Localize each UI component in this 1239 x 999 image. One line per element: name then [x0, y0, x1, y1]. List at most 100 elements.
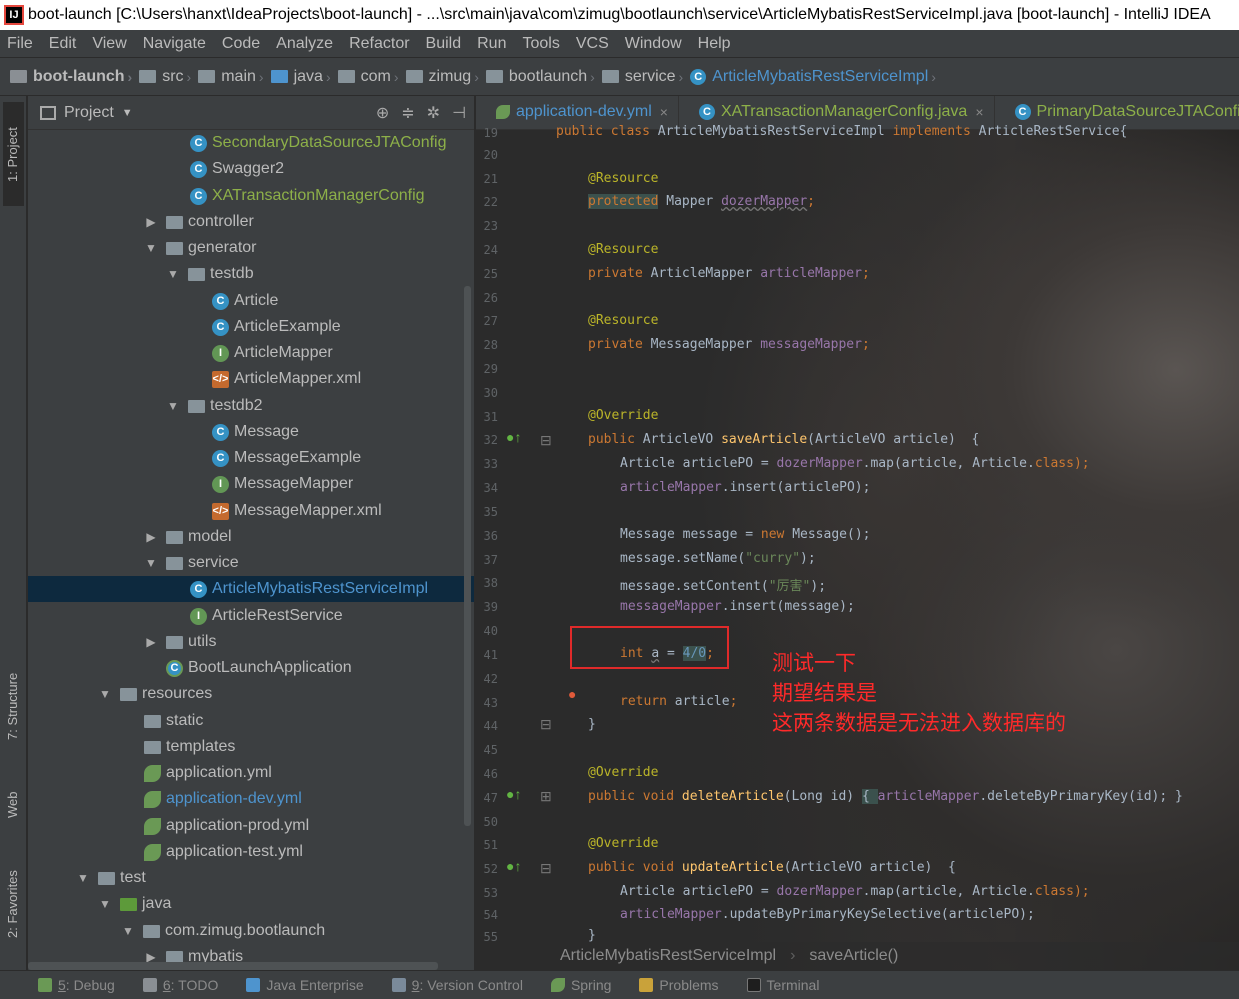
code-line-39[interactable]: messageMapper.insert(message);: [620, 599, 855, 614]
collapse-arrow-icon[interactable]: ▼: [144, 556, 158, 570]
code-line-47[interactable]: public void deleteArticle(Long id) { art…: [588, 789, 1183, 804]
menu-code[interactable]: Code: [222, 35, 260, 53]
tree-item-model[interactable]: ▶ model: [28, 524, 474, 550]
collapse-arrow-icon[interactable]: ▼: [166, 267, 180, 281]
menu-vcs[interactable]: VCS: [576, 35, 609, 53]
expand-arrow-icon[interactable]: ▶: [144, 635, 158, 649]
tree-item-application-yml[interactable]: application.yml: [28, 760, 474, 786]
code-line-36[interactable]: Message message = new Message();: [620, 527, 870, 542]
expand-fold-icon[interactable]: ⊞: [540, 788, 552, 805]
code-line-19[interactable]: public class ArticleMybatisRestServiceIm…: [556, 124, 1127, 139]
tab-structure-tool[interactable]: 7: Structure: [3, 656, 24, 766]
menu-edit[interactable]: Edit: [49, 35, 77, 53]
tree-item-controller[interactable]: ▶ controller: [28, 209, 474, 235]
tree-item-service[interactable]: ▼ service: [28, 550, 474, 576]
hide-panel-icon[interactable]: ⊣: [452, 103, 466, 123]
tree-item-xatransactionmanagerconfig[interactable]: C XATransactionManagerConfig: [28, 183, 474, 209]
code-line-34[interactable]: articleMapper.insert(articlePO);: [620, 480, 870, 495]
code-line-32[interactable]: public ArticleVO saveArticle(ArticleVO a…: [588, 432, 979, 447]
tree-item-messagemapper-xml[interactable]: </> MessageMapper.xml: [28, 498, 474, 524]
menu-analyze[interactable]: Analyze: [276, 35, 333, 53]
tree-item-articlerestservice[interactable]: I ArticleRestService: [28, 603, 474, 629]
collapse-arrow-icon[interactable]: ▼: [98, 897, 112, 911]
tool-terminal[interactable]: Terminal: [746, 977, 819, 993]
code-line-28[interactable]: private MessageMapper messageMapper;: [588, 337, 870, 352]
collapse-arrow-icon[interactable]: ▼: [98, 687, 112, 701]
tree-item-articlemybatisrestserviceimpl[interactable]: C ArticleMybatisRestServiceImpl: [28, 576, 474, 602]
tree-item-test[interactable]: ▼ test: [28, 865, 474, 891]
code-line-38[interactable]: message.setContent("厉害");: [620, 575, 826, 594]
tree-item-static[interactable]: static: [28, 708, 474, 734]
code-line-55[interactable]: }: [588, 928, 596, 943]
implements-method-icon[interactable]: ●↑: [506, 429, 521, 445]
code-line-24[interactable]: @Resource: [588, 242, 658, 257]
tool-spring[interactable]: Spring: [550, 977, 611, 993]
tree-item-test-java[interactable]: ▼ java: [28, 891, 474, 917]
crumb-project[interactable]: boot-launch ›: [10, 68, 139, 86]
menu-run[interactable]: Run: [477, 35, 506, 53]
tab-favorites-tool[interactable]: 2: Favorites: [3, 866, 24, 966]
tree-item-application-prod-yml[interactable]: application-prod.yml: [28, 813, 474, 839]
crumb-class[interactable]: C ArticleMybatisRestServiceImpl ›: [690, 68, 943, 86]
project-tree-scrollbar[interactable]: [464, 286, 471, 826]
crumb-main[interactable]: main ›: [198, 68, 270, 86]
tree-item-articleexample[interactable]: C ArticleExample: [28, 314, 474, 340]
tree-item-testdb2[interactable]: ▼ testdb2: [28, 393, 474, 419]
code-line-43[interactable]: return article;: [620, 694, 737, 709]
project-panel-title[interactable]: Project: [64, 104, 114, 122]
collapse-arrow-icon[interactable]: ▼: [76, 871, 90, 885]
implements-method-icon[interactable]: ●↑: [506, 858, 521, 874]
crumb-src[interactable]: src ›: [139, 68, 198, 86]
tree-item-bootlaunchapplication[interactable]: C BootLaunchApplication: [28, 655, 474, 681]
tool-problems[interactable]: Problems: [639, 977, 719, 993]
tree-item-messageexample[interactable]: C MessageExample: [28, 445, 474, 471]
tree-item-generator[interactable]: ▼ generator: [28, 235, 474, 261]
code-line-37[interactable]: message.setName("curry");: [620, 551, 816, 566]
tree-item-com-zimug-bootlaunch[interactable]: ▼ com.zimug.bootlaunch: [28, 918, 474, 944]
crumb-bootlaunch[interactable]: bootlaunch ›: [485, 68, 602, 86]
tool-debug[interactable]: 5: Debug: [38, 977, 115, 993]
tool-version-control[interactable]: 9: Version Control: [391, 977, 523, 993]
tree-item-message[interactable]: C Message: [28, 419, 474, 445]
code-line-27[interactable]: @Resource: [588, 313, 658, 328]
tree-item-secondarydatasourcejtaconfig[interactable]: C SecondaryDataSourceJTAConfig: [28, 130, 474, 156]
code-line-33[interactable]: Article articlePO = dozerMapper.map(arti…: [620, 456, 1090, 471]
menu-refactor[interactable]: Refactor: [349, 35, 409, 53]
tree-item-resources[interactable]: ▼ resources: [28, 681, 474, 707]
editor-breadcrumb-method[interactable]: saveArticle(): [809, 947, 898, 965]
code-line-52[interactable]: public void updateArticle(ArticleVO arti…: [588, 860, 956, 875]
menu-help[interactable]: Help: [698, 35, 731, 53]
close-icon[interactable]: ×: [660, 104, 668, 120]
collapse-arrow-icon[interactable]: ▼: [144, 241, 158, 255]
code-line-46[interactable]: @Override: [588, 765, 658, 780]
code-line-44[interactable]: }: [588, 717, 596, 732]
tree-item-application-test-yml[interactable]: application-test.yml: [28, 839, 474, 865]
project-tree-horizontal-scrollbar[interactable]: [28, 962, 438, 970]
crumb-java[interactable]: java ›: [270, 68, 338, 86]
tab-web-tool[interactable]: Web: [3, 784, 24, 844]
gear-icon[interactable]: ✲: [427, 103, 440, 123]
code-line-31[interactable]: @Override: [588, 408, 658, 423]
expand-arrow-icon[interactable]: ▶: [144, 215, 158, 229]
editor-breadcrumb-class[interactable]: ArticleMybatisRestServiceImpl: [560, 947, 776, 965]
tree-item-application-dev-yml[interactable]: application-dev.yml: [28, 786, 474, 812]
menu-build[interactable]: Build: [426, 35, 462, 53]
code-line-21[interactable]: @Resource: [588, 171, 658, 186]
tree-item-testdb[interactable]: ▼ testdb: [28, 261, 474, 287]
menu-view[interactable]: View: [92, 35, 126, 53]
collapse-all-icon[interactable]: ≑: [401, 103, 414, 123]
menu-navigate[interactable]: Navigate: [143, 35, 206, 53]
tree-item-utils[interactable]: ▶ utils: [28, 629, 474, 655]
code-line-22[interactable]: protected Mapper dozerMapper;: [588, 194, 815, 209]
tree-item-article[interactable]: C Article: [28, 288, 474, 314]
tree-item-articlemapper[interactable]: I ArticleMapper: [28, 340, 474, 366]
tab-project-tool[interactable]: 1: Project: [3, 102, 24, 206]
crumb-zimug[interactable]: zimug ›: [405, 68, 486, 86]
collapse-arrow-icon[interactable]: ▼: [166, 399, 180, 413]
code-line-51[interactable]: @Override: [588, 836, 658, 851]
close-icon[interactable]: ×: [975, 104, 983, 120]
menu-tools[interactable]: Tools: [522, 35, 559, 53]
tree-item-articlemapper-xml[interactable]: </> ArticleMapper.xml: [28, 366, 474, 392]
tool-java-enterprise[interactable]: Java Enterprise: [246, 977, 364, 993]
menu-window[interactable]: Window: [625, 35, 682, 53]
